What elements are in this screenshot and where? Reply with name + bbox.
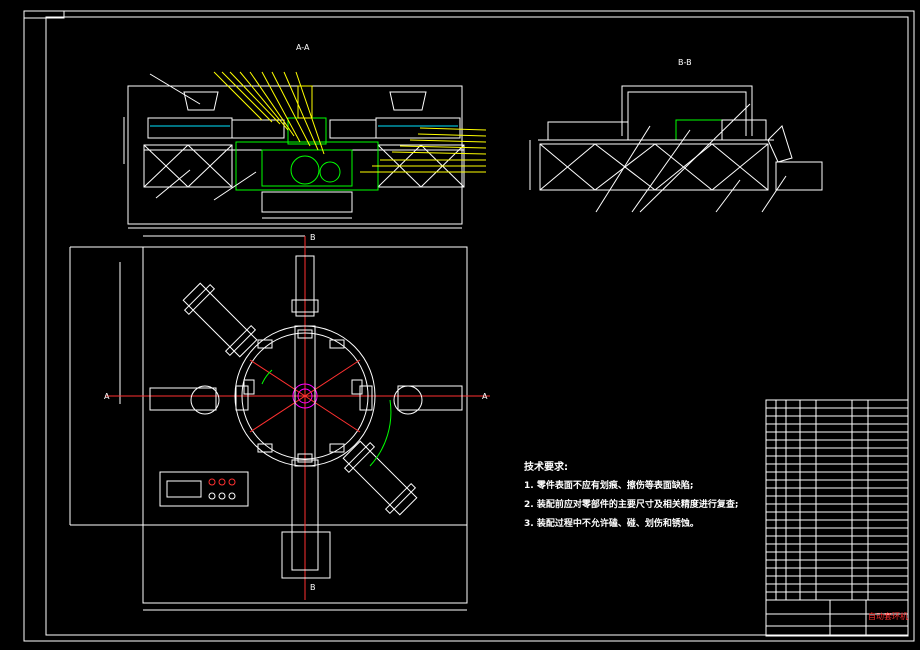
drawing-svg: A-A B-B A A B B: [23, 10, 915, 642]
outer-frame: [23, 10, 915, 642]
title-block: [765, 399, 909, 637]
section-bb-label: B-B: [678, 58, 692, 67]
plan-view: A A B B: [69, 233, 490, 611]
marker-a-left: A: [104, 392, 110, 401]
technical-notes-title: 技术要求:: [524, 462, 568, 473]
drawing-name: 自动套环机: [868, 612, 908, 621]
technical-note-2: 2. 装配前应对零部件的主要尺寸及相关精度进行复查;: [524, 500, 739, 510]
marker-b-bottom: B: [310, 583, 316, 592]
section-aa-view: A-A: [123, 43, 487, 229]
marker-b-top: B: [310, 233, 316, 242]
technical-note-1: 1. 零件表面不应有划痕、擦伤等表面缺陷;: [524, 481, 694, 491]
marker-a-right: A: [482, 392, 488, 401]
section-aa-label: A-A: [296, 43, 310, 52]
technical-note-3: 3. 装配过程中不允许磕、碰、划伤和锈蚀。: [524, 519, 699, 529]
cad-drawing-canvas: A-A B-B A A B B 技术要求: 1. 零件表面不应有划痕、擦伤等表面…: [0, 0, 920, 650]
parts-list-rows: [766, 407, 908, 593]
inner-frame: [45, 16, 909, 636]
section-bb-view: B-B: [529, 58, 823, 213]
